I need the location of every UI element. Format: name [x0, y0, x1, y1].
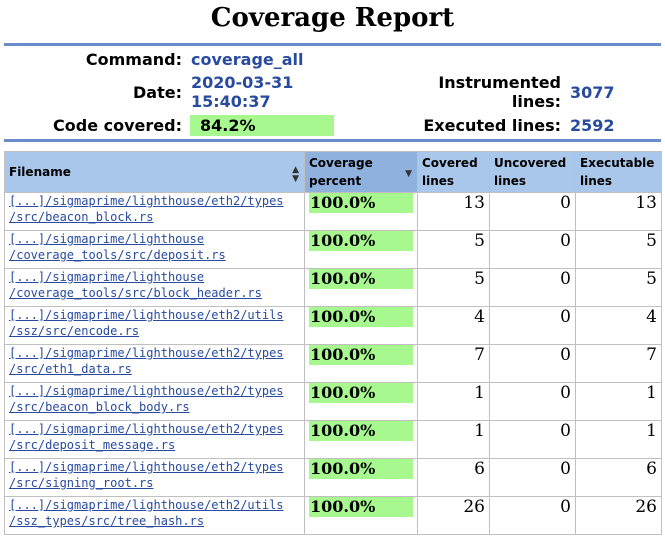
- coverage-table: Filename ▲ ▼ Coverage percent ▼ Covered l…: [4, 151, 662, 535]
- file-cell: [...]/sigmaprime/lighthouse/eth2/types/s…: [4, 192, 305, 231]
- coverage-bar: 100.0%: [309, 231, 413, 251]
- file-link[interactable]: [...]/sigmaprime/lighthouse/eth2/types/s…: [9, 194, 284, 224]
- percent-cell: 100.0%: [304, 496, 418, 535]
- column-header-covered-lines[interactable]: Covered lines: [417, 151, 490, 193]
- sort-both-icon: ▲ ▼: [292, 165, 299, 184]
- covered-cell: 1: [417, 420, 490, 459]
- file-cell: [...]/sigmaprime/lighthouse/eth2/types/s…: [4, 458, 305, 497]
- column-header-filename[interactable]: Filename ▲ ▼: [4, 151, 305, 193]
- uncovered-cell: 0: [489, 420, 576, 459]
- percent-cell: 100.0%: [304, 192, 418, 231]
- sort-desc-icon: ▼: [405, 169, 412, 179]
- uncovered-cell: 0: [489, 344, 576, 383]
- percent-cell: 100.0%: [304, 230, 418, 269]
- covered-cell: 13: [417, 192, 490, 231]
- coverage-bar: 100.0%: [309, 345, 413, 365]
- command-label: Command:: [85, 50, 182, 69]
- uncovered-cell: 0: [489, 382, 576, 421]
- file-cell: [...]/sigmaprime/lighthouse/eth2/utils/s…: [4, 496, 305, 535]
- file-link[interactable]: [...]/sigmaprime/lighthouse/eth2/types/s…: [9, 460, 284, 490]
- file-link[interactable]: [...]/sigmaprime/lighthouse/eth2/types/s…: [9, 346, 284, 376]
- column-header-executable-lines[interactable]: Executable lines: [575, 151, 662, 193]
- percent-cell: 100.0%: [304, 382, 418, 421]
- table-header-row: Filename ▲ ▼ Coverage percent ▼ Covered l…: [4, 151, 662, 193]
- percent-cell: 100.0%: [304, 344, 418, 383]
- column-header-coverage-percent[interactable]: Coverage percent ▼: [304, 151, 418, 193]
- percent-cell: 100.0%: [304, 458, 418, 497]
- executable-cell: 5: [575, 268, 662, 307]
- file-cell: [...]/sigmaprime/lighthouse/coverage_too…: [4, 230, 305, 269]
- coverage-bar: 100.0%: [309, 459, 413, 479]
- file-link[interactable]: [...]/sigmaprime/lighthouse/eth2/utils/s…: [9, 308, 284, 338]
- top-divider: [4, 43, 661, 46]
- file-cell: [...]/sigmaprime/lighthouse/eth2/types/s…: [4, 382, 305, 421]
- table-row: [...]/sigmaprime/lighthouse/eth2/utils/s…: [4, 306, 662, 345]
- code-covered-label: Code covered:: [53, 116, 182, 135]
- table-row: [...]/sigmaprime/lighthouse/eth2/types/s…: [4, 382, 662, 421]
- executable-cell: 1: [575, 382, 662, 421]
- coverage-bar: 100.0%: [309, 269, 413, 289]
- table-row: [...]/sigmaprime/lighthouse/eth2/types/s…: [4, 420, 662, 459]
- coverage-bar: 100.0%: [309, 421, 413, 441]
- file-cell: [...]/sigmaprime/lighthouse/coverage_too…: [4, 268, 305, 307]
- uncovered-cell: 0: [489, 192, 576, 231]
- file-link[interactable]: [...]/sigmaprime/lighthouse/eth2/utils/s…: [9, 498, 284, 528]
- covered-cell: 7: [417, 344, 490, 383]
- coverage-bar: 100.0%: [309, 497, 413, 517]
- file-cell: [...]/sigmaprime/lighthouse/eth2/utils/s…: [4, 306, 305, 345]
- covered-cell: 1: [417, 382, 490, 421]
- percent-cell: 100.0%: [304, 420, 418, 459]
- covered-cell: 5: [417, 268, 490, 307]
- executable-cell: 13: [575, 192, 662, 231]
- table-row: [...]/sigmaprime/lighthouse/coverage_too…: [4, 230, 662, 269]
- coverage-bar: 100.0%: [309, 193, 413, 213]
- code-covered-bar: 84.2%: [190, 115, 334, 136]
- executable-cell: 4: [575, 306, 662, 345]
- coverage-bar: 100.0%: [309, 383, 413, 403]
- coverage-bar: 100.0%: [309, 307, 413, 327]
- executable-cell: 6: [575, 458, 662, 497]
- uncovered-cell: 0: [489, 458, 576, 497]
- table-row: [...]/sigmaprime/lighthouse/coverage_too…: [4, 268, 662, 307]
- date-value: 2020-03-31 15:40:37: [191, 73, 294, 111]
- instrumented-label: Instrumented lines:: [438, 73, 561, 111]
- bottom-divider: [4, 139, 661, 142]
- table-row: [...]/sigmaprime/lighthouse/eth2/types/s…: [4, 344, 662, 383]
- file-link[interactable]: [...]/sigmaprime/lighthouse/coverage_too…: [9, 232, 226, 262]
- executed-value: 2592: [570, 116, 615, 135]
- executed-label: Executed lines:: [423, 116, 561, 135]
- date-label: Date:: [133, 83, 182, 102]
- executable-cell: 26: [575, 496, 662, 535]
- column-header-uncovered-lines[interactable]: Uncovered lines: [489, 151, 576, 193]
- table-row: [...]/sigmaprime/lighthouse/eth2/types/s…: [4, 458, 662, 497]
- covered-cell: 6: [417, 458, 490, 497]
- table-row: [...]/sigmaprime/lighthouse/eth2/utils/s…: [4, 496, 662, 535]
- file-link[interactable]: [...]/sigmaprime/lighthouse/eth2/types/s…: [9, 422, 284, 452]
- file-link[interactable]: [...]/sigmaprime/lighthouse/coverage_too…: [9, 270, 262, 300]
- summary-panel: Command: coverage_all Date: 2020-03-31 1…: [0, 48, 665, 140]
- command-value: coverage_all: [191, 50, 304, 69]
- uncovered-cell: 0: [489, 496, 576, 535]
- covered-cell: 5: [417, 230, 490, 269]
- covered-cell: 26: [417, 496, 490, 535]
- uncovered-cell: 0: [489, 268, 576, 307]
- covered-cell: 4: [417, 306, 490, 345]
- code-covered-value: 84.2%: [200, 116, 256, 135]
- page-title: Coverage Report: [210, 3, 455, 33]
- executable-cell: 5: [575, 230, 662, 269]
- file-link[interactable]: [...]/sigmaprime/lighthouse/eth2/types/s…: [9, 384, 284, 414]
- executable-cell: 7: [575, 344, 662, 383]
- file-cell: [...]/sigmaprime/lighthouse/eth2/types/s…: [4, 344, 305, 383]
- instrumented-value: 3077: [570, 83, 615, 102]
- file-cell: [...]/sigmaprime/lighthouse/eth2/types/s…: [4, 420, 305, 459]
- percent-cell: 100.0%: [304, 306, 418, 345]
- executable-cell: 1: [575, 420, 662, 459]
- uncovered-cell: 0: [489, 230, 576, 269]
- table-row: [...]/sigmaprime/lighthouse/eth2/types/s…: [4, 192, 662, 231]
- uncovered-cell: 0: [489, 306, 576, 345]
- percent-cell: 100.0%: [304, 268, 418, 307]
